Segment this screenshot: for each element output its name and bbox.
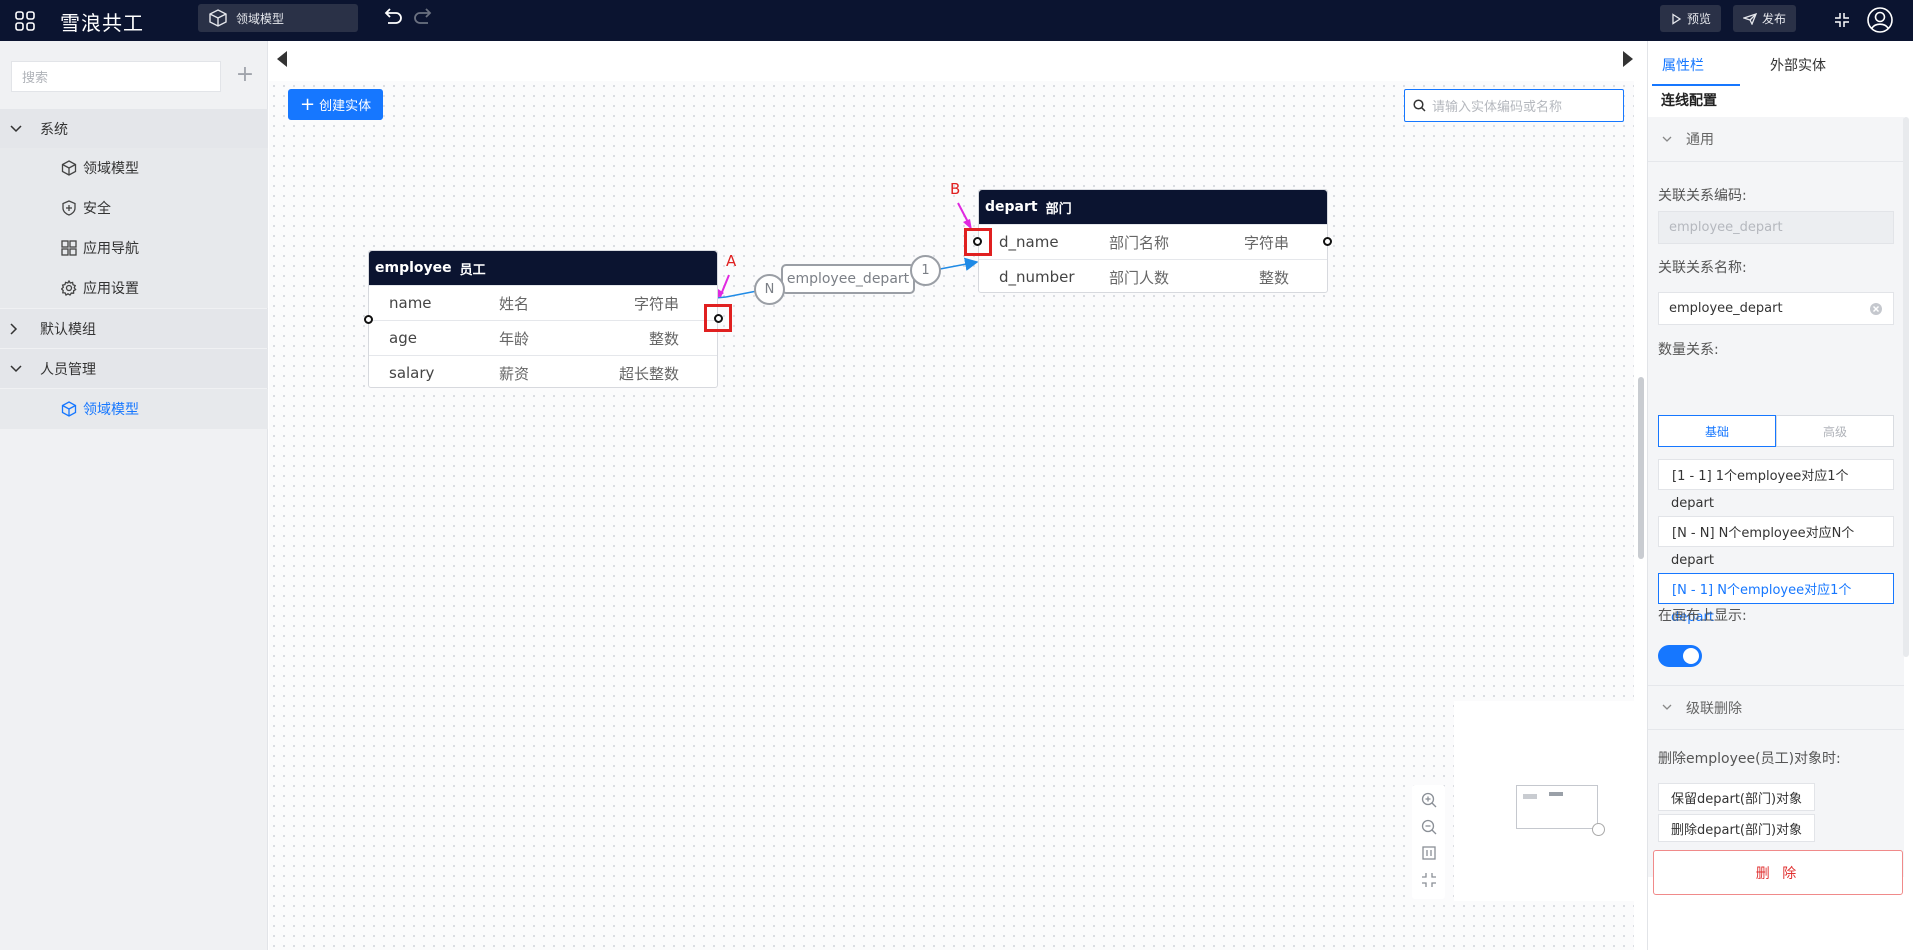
mode-advanced-button[interactable]: 高级 xyxy=(1776,415,1894,447)
field-code: name xyxy=(389,294,432,312)
employee-left-port[interactable] xyxy=(364,315,373,324)
connection-config-title: 连线配置 xyxy=(1661,93,1717,109)
cardinality-option-n-n[interactable]: [N - N] N个employee对应N个 depart xyxy=(1658,516,1894,568)
field-type: 整数 xyxy=(648,329,679,348)
field-name: 姓名 xyxy=(499,294,530,313)
field-type: 字符串 xyxy=(1243,233,1289,252)
tab-active-indicator xyxy=(1652,84,1740,86)
fullscreen-icon[interactable] xyxy=(1421,872,1437,892)
relation-code-field: employee_depart xyxy=(1658,211,1894,244)
cardinality-option-1-1[interactable]: [1 - 1] 1个employee对应1个 depart xyxy=(1658,459,1894,511)
zoom-in-icon[interactable] xyxy=(1421,792,1437,812)
delete-depart-button[interactable]: 删除depart(部门)对象 xyxy=(1658,814,1816,842)
chevron-down-icon xyxy=(1662,704,1672,710)
entity-code: depart xyxy=(985,199,1038,215)
relation-name-field[interactable]: employee_depart xyxy=(1658,292,1894,325)
field-code: age xyxy=(389,329,417,347)
field-name: 薪资 xyxy=(499,364,530,383)
minimap-viewport[interactable] xyxy=(1516,785,1598,829)
clear-icon[interactable] xyxy=(1869,302,1883,320)
zoom-controls xyxy=(1412,785,1445,899)
entity-header[interactable]: depart 部门 xyxy=(979,190,1327,224)
relation-name-label: 关联关系名称: xyxy=(1658,260,1747,276)
relation-label[interactable]: employee_depart xyxy=(781,264,915,294)
field-code: d_number xyxy=(999,268,1075,286)
section-cascade-header[interactable]: 级联删除 xyxy=(1648,685,1904,730)
entity-field-row[interactable]: name 姓名 字符串 xyxy=(369,285,717,320)
relation-code-label: 关联关系编码: xyxy=(1658,188,1747,204)
zoom-out-icon[interactable] xyxy=(1421,819,1437,839)
field-type: 超长整数 xyxy=(618,364,679,383)
entity-employee[interactable]: employee 员工 name 姓名 字符串 age 年龄 整数 salary… xyxy=(368,250,718,388)
count-relation-label: 数量关系: xyxy=(1658,342,1719,358)
chevron-down-icon xyxy=(1662,136,1672,142)
depart-right-port[interactable] xyxy=(1323,237,1332,246)
option-text: [N - 1] N个employee对应1个 xyxy=(1658,573,1894,604)
entity-field-row[interactable]: d_number 部门人数 整数 xyxy=(979,259,1327,294)
field-code: d_name xyxy=(999,233,1059,251)
field-name: 部门名称 xyxy=(1109,233,1170,252)
minimap-resize-handle[interactable] xyxy=(1592,823,1605,836)
field-type: 整数 xyxy=(1258,268,1289,287)
entity-field-row[interactable]: salary 薪资 超长整数 xyxy=(369,355,717,390)
relation-name-value: employee_depart xyxy=(1669,301,1783,316)
source-cardinality-badge[interactable]: N xyxy=(754,274,785,305)
marker-label-b: B xyxy=(950,180,961,198)
canvas-scrollbar[interactable] xyxy=(1638,377,1644,559)
target-cardinality-badge[interactable]: 1 xyxy=(910,255,941,286)
panel-body: 通用 关联关系编码: employee_depart 关联关系名称: emplo… xyxy=(1648,117,1904,877)
keep-depart-button[interactable]: 保留depart(部门)对象 xyxy=(1658,783,1816,811)
option-text: [1 - 1] 1个employee对应1个 xyxy=(1658,459,1894,490)
entity-field-row[interactable]: age 年龄 整数 xyxy=(369,320,717,355)
tab-external-entities[interactable]: 外部实体 xyxy=(1770,55,1826,75)
marker-label-a: A xyxy=(726,252,737,270)
delete-relation-button[interactable]: 删 除 xyxy=(1653,850,1903,895)
property-panel: 属性栏 外部实体 连线配置 通用 关联关系编码: employee_depart… xyxy=(1647,41,1913,950)
tab-properties[interactable]: 属性栏 xyxy=(1662,55,1704,75)
count-mode-toggle: 基础 高级 xyxy=(1658,415,1894,447)
field-code: salary xyxy=(389,364,435,382)
cascade-description: 删除employee(员工)对象时: xyxy=(1658,751,1841,767)
relation-code-value: employee_depart xyxy=(1669,220,1783,235)
mode-basic-button[interactable]: 基础 xyxy=(1658,415,1776,447)
field-name: 部门人数 xyxy=(1109,268,1170,287)
entity-name: 部门 xyxy=(1045,201,1072,217)
entity-code: employee xyxy=(375,260,452,276)
option-text-cont: depart xyxy=(1671,496,1714,511)
show-on-canvas-toggle[interactable] xyxy=(1658,645,1702,667)
field-type: 字符串 xyxy=(633,294,679,313)
section-general-header[interactable]: 通用 xyxy=(1648,117,1904,162)
entity-field-row[interactable]: d_name 部门名称 字符串 xyxy=(979,224,1327,259)
option-text: [N - N] N个employee对应N个 xyxy=(1658,516,1894,547)
show-on-canvas-label: 在画布上显示: xyxy=(1658,608,1747,624)
entity-depart[interactable]: depart 部门 d_name 部门名称 字符串 d_number 部门人数 … xyxy=(978,189,1328,293)
section-general-title: 通用 xyxy=(1686,132,1714,148)
entity-header[interactable]: employee 员工 xyxy=(369,251,717,285)
highlight-box-a xyxy=(704,304,732,332)
field-name: 年龄 xyxy=(499,329,530,348)
fit-view-icon[interactable] xyxy=(1421,845,1437,865)
minimap[interactable] xyxy=(1454,701,1634,901)
entity-name: 员工 xyxy=(459,262,486,278)
highlight-box-b xyxy=(964,228,992,256)
option-text-cont: depart xyxy=(1671,553,1714,568)
panel-scrollbar[interactable] xyxy=(1903,117,1909,657)
section-cascade-title: 级联删除 xyxy=(1686,700,1742,717)
